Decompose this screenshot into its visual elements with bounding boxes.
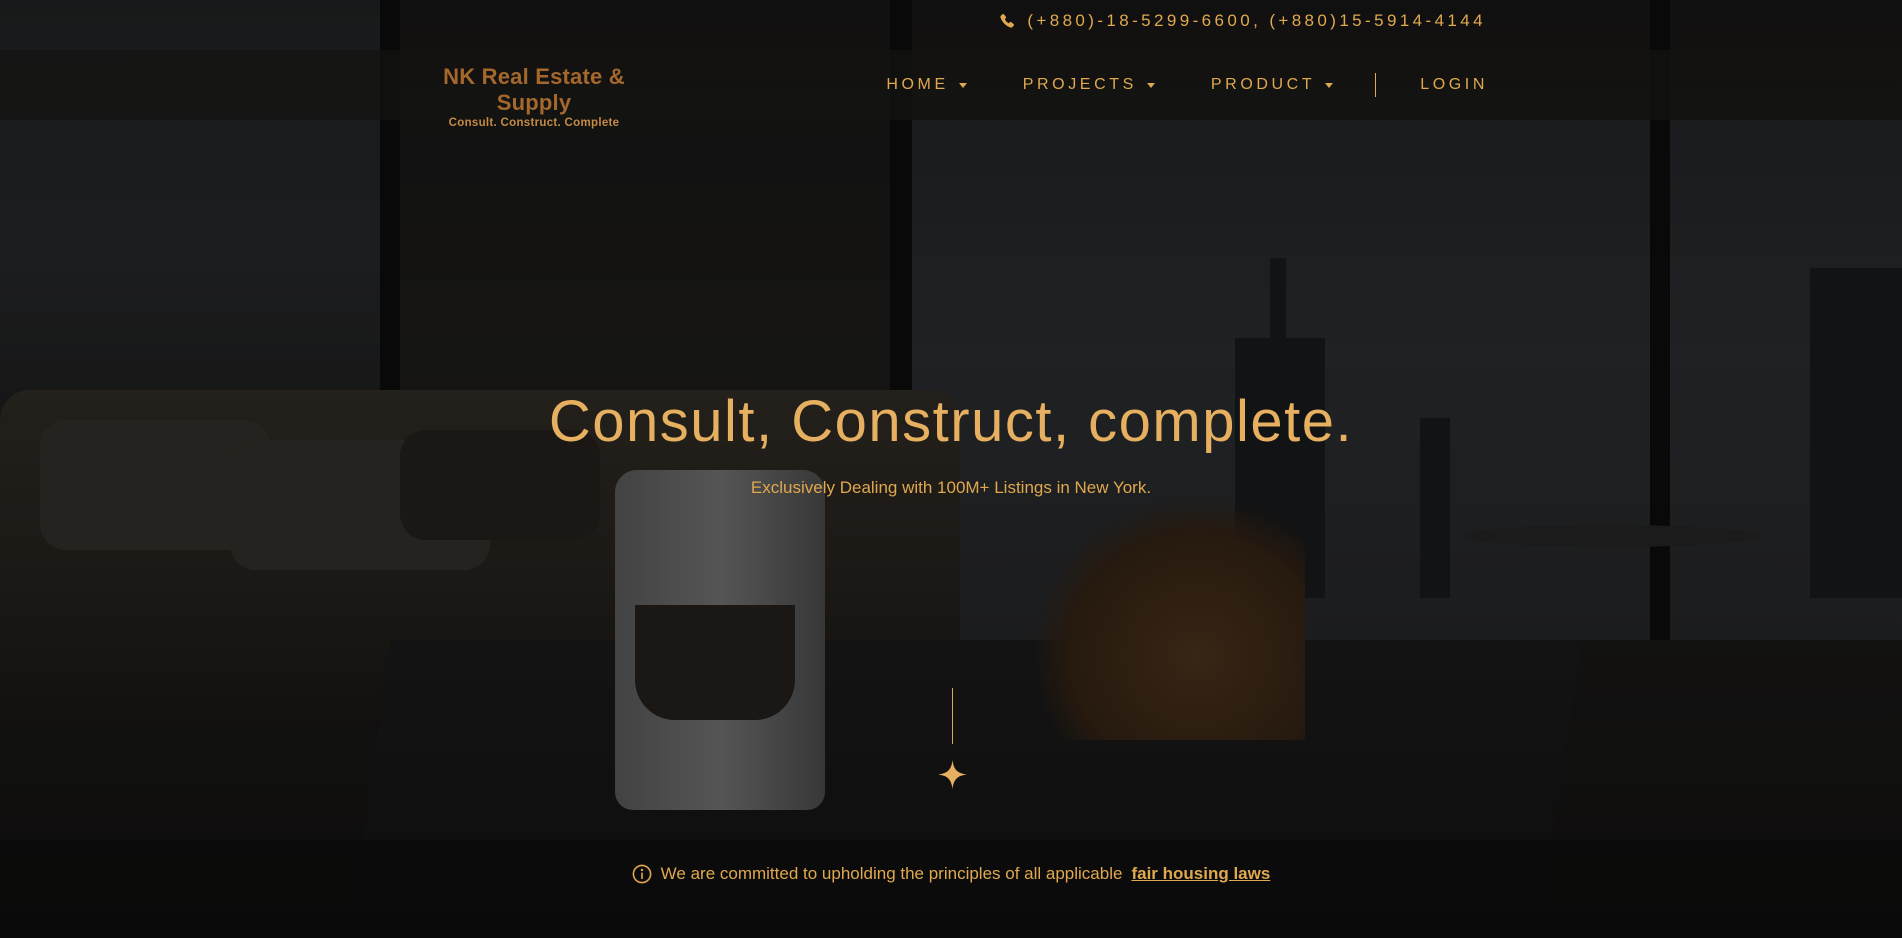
caret-down-icon bbox=[958, 82, 967, 88]
sparkle-star-icon[interactable] bbox=[937, 759, 968, 790]
nav-login[interactable]: LOGIN bbox=[1420, 76, 1488, 94]
info-icon bbox=[632, 864, 652, 884]
fair-housing-notice: We are committed to upholding the princi… bbox=[0, 840, 1902, 908]
nav-product[interactable]: PRODUCT bbox=[1210, 76, 1334, 94]
top-contact-bar: (+880)-18-5299-6600, (+880)15-5914-4144 bbox=[0, 0, 1902, 50]
brand-title: NK Real Estate & Supply bbox=[443, 64, 625, 115]
nav-home[interactable]: HOME bbox=[886, 76, 967, 94]
caret-down-icon bbox=[1146, 82, 1155, 88]
background-dark-overlay bbox=[0, 0, 1902, 938]
nav-divider bbox=[1375, 73, 1377, 97]
phone-icon bbox=[1000, 13, 1015, 28]
scroll-indicator-line bbox=[952, 688, 953, 744]
primary-nav: HOME PROJECTS PRODUCT LOGIN bbox=[886, 50, 1488, 120]
brand-tagline: Consult. Construct. Complete bbox=[448, 117, 620, 129]
nav-projects-label: PROJECTS bbox=[1022, 76, 1137, 93]
notice-text: We are committed to upholding the princi… bbox=[660, 864, 1123, 883]
hero-background-image bbox=[0, 0, 1902, 938]
main-navbar: NK Real Estate & Supply Consult. Constru… bbox=[0, 50, 1902, 129]
hero-subtitle: Exclusively Dealing with 100M+ Listings … bbox=[750, 478, 1152, 497]
nav-login-label: LOGIN bbox=[1420, 76, 1488, 93]
page-bottom-strip bbox=[0, 908, 1902, 938]
brand-logo[interactable]: NK Real Estate & Supply Consult. Constru… bbox=[411, 64, 657, 130]
caret-down-icon bbox=[1325, 82, 1334, 88]
nav-home-label: HOME bbox=[886, 76, 949, 93]
hero-title: Consult, Construct, complete. bbox=[548, 389, 1354, 454]
nav-projects[interactable]: PROJECTS bbox=[1023, 76, 1155, 94]
phone-contact[interactable]: (+880)-18-5299-6600, (+880)15-5914-4144 bbox=[999, 10, 1486, 32]
phone-numbers[interactable]: (+880)-18-5299-6600, (+880)15-5914-4144 bbox=[1027, 11, 1486, 31]
fair-housing-link[interactable]: fair housing laws bbox=[1131, 864, 1270, 884]
nav-product-label: PRODUCT bbox=[1210, 76, 1316, 93]
